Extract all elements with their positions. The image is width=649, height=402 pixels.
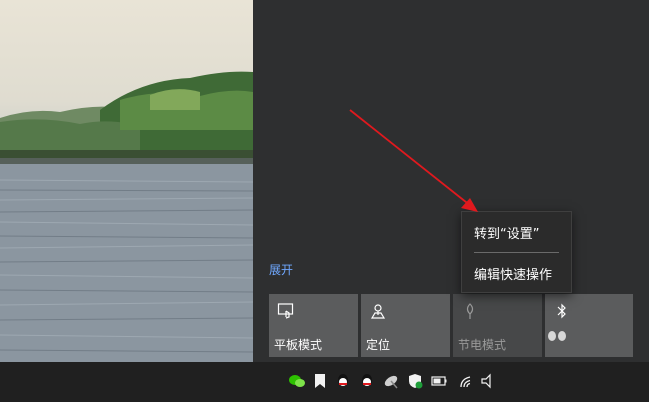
location-tile[interactable]: 定位 [361,294,450,357]
location-icon [370,304,386,319]
wechat-icon[interactable] [288,372,306,390]
tablet-mode-icon [277,303,294,319]
battery-saver-label: 节电模式 [458,338,507,352]
bluetooth-tile[interactable] [545,294,633,357]
taskbar [0,362,649,402]
lake-landscape-image [0,71,253,362]
battery-icon[interactable] [430,372,448,390]
tablet-mode-label: 平板模式 [274,338,323,352]
battery-saver-tile[interactable]: 节电模式 [453,294,542,357]
bluetooth-icon [557,303,566,319]
menu-separator [474,252,559,253]
bookmark-icon[interactable] [311,372,329,390]
battery-saver-icon [466,303,474,319]
qq-icon[interactable] [358,372,376,390]
tile-context-menu: 转到“设置” 编辑快速操作 [461,211,572,293]
expand-link[interactable]: 展开 [269,261,293,278]
wifi-icon[interactable] [458,372,476,390]
volume-icon[interactable] [480,372,498,390]
go-to-settings-menu-item[interactable]: 转到“设置” [474,223,539,242]
satellite-icon[interactable] [382,372,400,390]
cursor-blob-icon [548,331,566,341]
desktop-wallpaper [0,0,253,362]
edit-quick-actions-menu-item[interactable]: 编辑快速操作 [474,264,552,283]
tablet-mode-tile[interactable]: 平板模式 [269,294,358,357]
security-shield-icon[interactable] [406,372,424,390]
location-label: 定位 [366,338,391,352]
qq-icon[interactable] [334,372,352,390]
